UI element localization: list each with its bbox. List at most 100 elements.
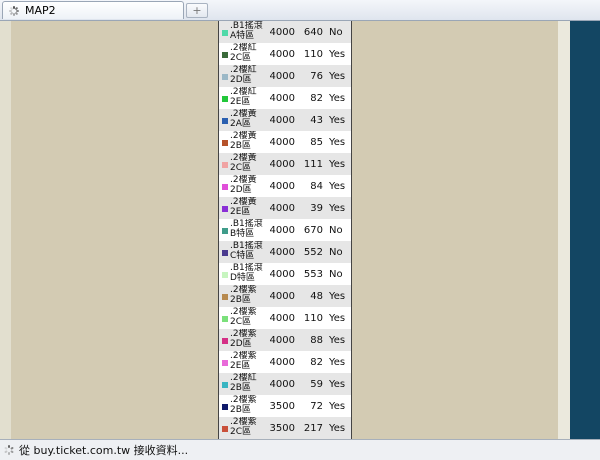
availability-status: No	[329, 225, 343, 236]
availability-status: No	[329, 247, 343, 258]
table-row[interactable]: .2樓黃 2C區 4000 111 Yes	[219, 153, 351, 175]
table-row[interactable]: .2樓紫 2C區 3500 217 Yes	[219, 417, 351, 439]
area-name: .2樓黃 2A區	[230, 109, 257, 129]
remaining-count: 82	[310, 93, 323, 104]
availability-status: Yes	[329, 335, 346, 346]
availability-status: Yes	[329, 137, 346, 148]
table-row[interactable]: .B1搖滾 D特區 4000 553 No	[219, 263, 351, 285]
remaining-count: 59	[310, 379, 323, 390]
area-color-swatch	[222, 96, 228, 102]
table-row[interactable]: .2樓黃 2E區 4000 39 Yes	[219, 197, 351, 219]
status-bar: 從 buy.ticket.com.tw 接收資料...	[0, 439, 600, 460]
availability-status: Yes	[329, 401, 346, 412]
remaining-count: 48	[310, 291, 323, 302]
availability-status: Yes	[329, 159, 346, 170]
ticket-price: 4000	[269, 247, 295, 258]
availability-status: Yes	[329, 93, 346, 104]
table-row[interactable]: .2樓紅 2D區 4000 76 Yes	[219, 65, 351, 87]
ticket-price: 4000	[269, 27, 295, 38]
remaining-count: 217	[303, 423, 323, 434]
ticket-price: 4000	[269, 357, 295, 368]
availability-status: Yes	[329, 203, 346, 214]
area-name: .2樓黃 2D區	[230, 175, 257, 195]
ticket-price: 4000	[269, 71, 295, 82]
ticket-price: 4000	[269, 203, 295, 214]
right-sidebar	[570, 21, 600, 439]
ticket-price: 3500	[269, 401, 295, 412]
area-color-swatch	[222, 404, 228, 410]
remaining-count: 110	[303, 313, 323, 324]
area-color-swatch	[222, 74, 228, 80]
ticket-price: 4000	[269, 159, 295, 170]
availability-status: Yes	[329, 71, 346, 82]
ticket-price: 4000	[269, 379, 295, 390]
remaining-count: 88	[310, 335, 323, 346]
table-row[interactable]: .B1搖滾 B特區 4000 670 No	[219, 219, 351, 241]
area-name: .2樓紅 2B區	[230, 373, 257, 393]
area-name: .2樓黃 2B區	[230, 131, 257, 151]
ticket-price: 4000	[269, 49, 295, 60]
area-color-swatch	[222, 228, 228, 234]
remaining-count: 82	[310, 357, 323, 368]
table-row[interactable]: .2樓紫 2B區 4000 48 Yes	[219, 285, 351, 307]
table-row[interactable]: .2樓紫 2C區 4000 110 Yes	[219, 307, 351, 329]
table-row[interactable]: .2樓黃 2B區 4000 85 Yes	[219, 131, 351, 153]
ticket-price: 4000	[269, 181, 295, 192]
area-name: .2樓紫 2B區	[230, 285, 257, 305]
area-color-swatch	[222, 184, 228, 190]
ticket-price: 4000	[269, 335, 295, 346]
table-row[interactable]: .2樓紫 2E區 4000 82 Yes	[219, 351, 351, 373]
loading-status-icon	[4, 445, 14, 455]
area-name: .B1搖滾 A特區	[230, 21, 263, 41]
new-tab-button[interactable]: +	[186, 3, 208, 18]
area-color-swatch	[222, 382, 228, 388]
tab-map2[interactable]: MAP2	[2, 1, 184, 19]
tab-title: MAP2	[25, 4, 56, 17]
table-row[interactable]: .2樓紅 2B區 4000 59 Yes	[219, 373, 351, 395]
area-name: .B1搖滾 C特區	[230, 241, 263, 261]
area-color-swatch	[222, 250, 228, 256]
area-name: .2樓紫 2C區	[230, 307, 257, 327]
availability-status: Yes	[329, 379, 346, 390]
page-viewport: .B1搖滾 A特區 4000 640 No .2樓紅 2C區 4000 110 Yes .2樓紅…	[0, 21, 600, 439]
area-name: .2樓黃 2E區	[230, 197, 257, 217]
table-row[interactable]: .2樓黃 2D區 4000 84 Yes	[219, 175, 351, 197]
availability-status: Yes	[329, 423, 346, 434]
area-name: .2樓紫 2E區	[230, 351, 257, 371]
area-name: .2樓紅 2E區	[230, 87, 257, 107]
remaining-count: 553	[303, 269, 323, 280]
table-row[interactable]: .2樓黃 2A區 4000 43 Yes	[219, 109, 351, 131]
table-row[interactable]: .2樓紫 2B區 3500 72 Yes	[219, 395, 351, 417]
area-color-swatch	[222, 316, 228, 322]
remaining-count: 39	[310, 203, 323, 214]
area-name: .2樓紅 2D區	[230, 65, 257, 85]
ticket-price: 4000	[269, 115, 295, 126]
area-color-swatch	[222, 272, 228, 278]
remaining-count: 670	[303, 225, 323, 236]
table-row[interactable]: .B1搖滾 C特區 4000 552 No	[219, 241, 351, 263]
area-name: .2樓紫 2C區	[230, 417, 257, 437]
seat-availability-table: .B1搖滾 A特區 4000 640 No .2樓紅 2C區 4000 110 Yes .2樓紅…	[218, 21, 352, 439]
remaining-count: 111	[303, 159, 323, 170]
area-name: .2樓紅 2C區	[230, 43, 257, 63]
remaining-count: 110	[303, 49, 323, 60]
table-row[interactable]: .2樓紅 2E區 4000 82 Yes	[219, 87, 351, 109]
area-name: .B1搖滾 B特區	[230, 219, 263, 239]
availability-status: Yes	[329, 313, 346, 324]
area-color-swatch	[222, 140, 228, 146]
remaining-count: 72	[310, 401, 323, 412]
tab-bar: MAP2 +	[0, 0, 600, 21]
area-color-swatch	[222, 118, 228, 124]
remaining-count: 552	[303, 247, 323, 258]
table-row[interactable]: .2樓紫 2D區 4000 88 Yes	[219, 329, 351, 351]
availability-status: Yes	[329, 49, 346, 60]
right-margin	[558, 21, 570, 439]
ticket-price: 4000	[269, 137, 295, 148]
table-row[interactable]: .B1搖滾 A特區 4000 640 No	[219, 21, 351, 43]
area-color-swatch	[222, 30, 228, 36]
availability-status: No	[329, 27, 343, 38]
table-row[interactable]: .2樓紅 2C區 4000 110 Yes	[219, 43, 351, 65]
ticket-price: 4000	[269, 291, 295, 302]
status-text: 從 buy.ticket.com.tw 接收資料...	[19, 444, 189, 457]
area-color-swatch	[222, 52, 228, 58]
